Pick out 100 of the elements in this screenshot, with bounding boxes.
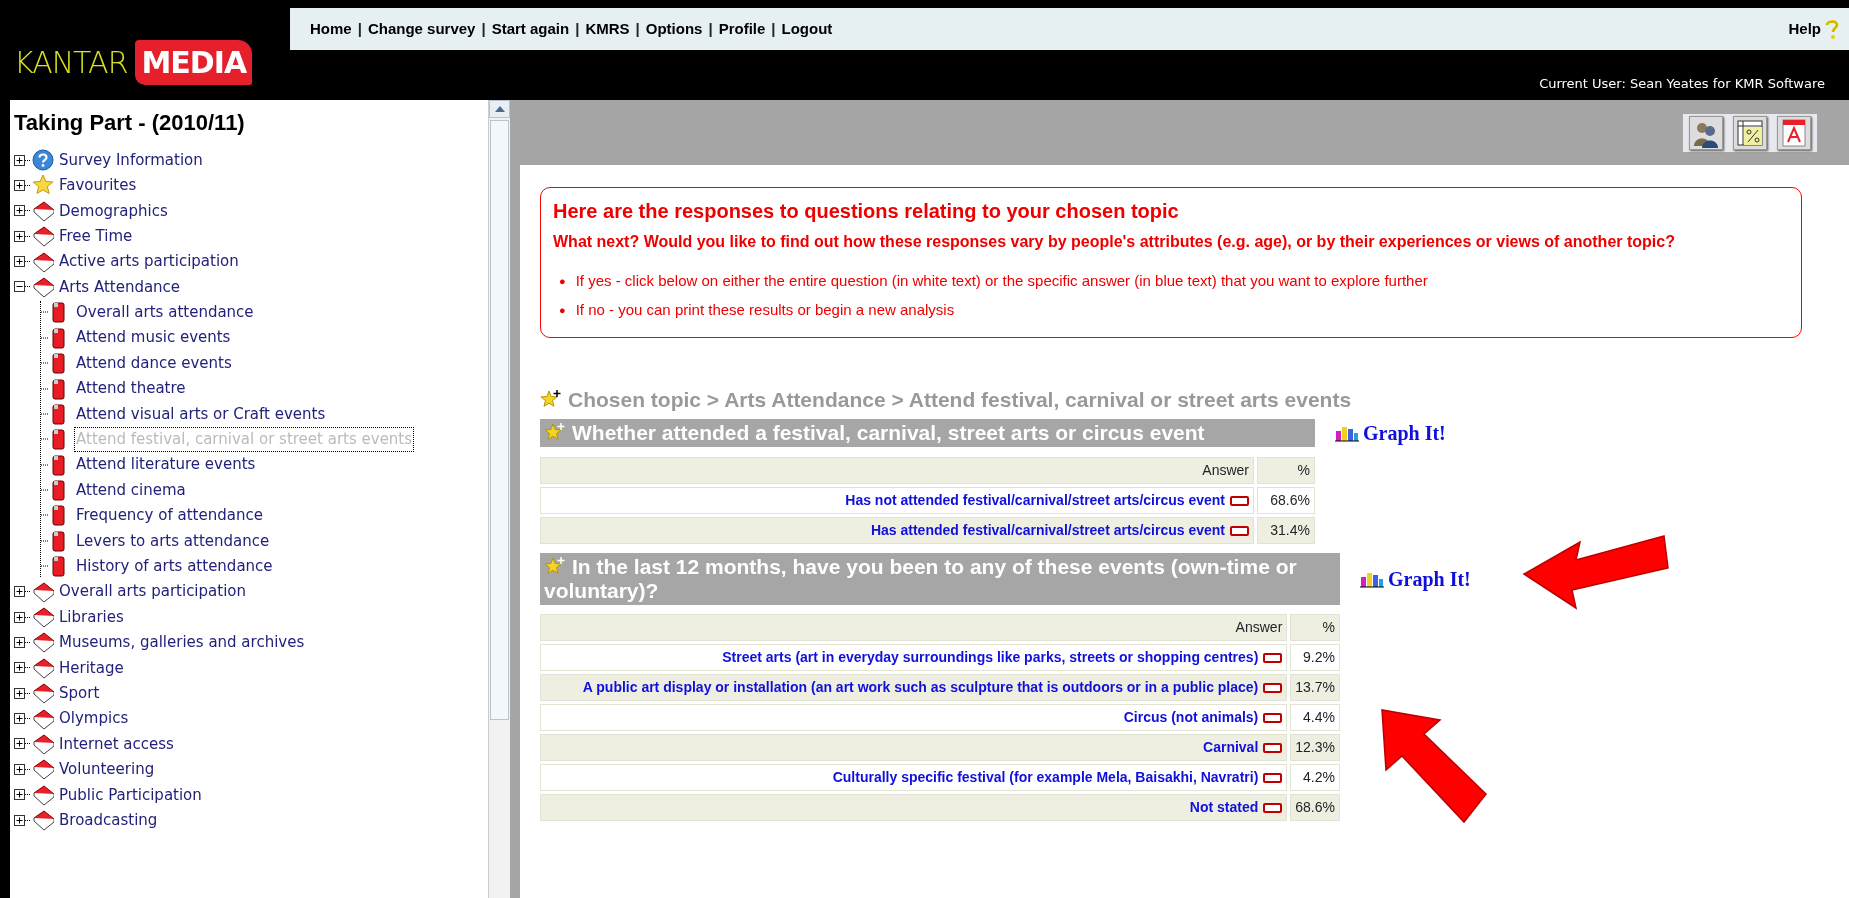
nav-separator: |	[771, 18, 776, 39]
nav-separator: |	[357, 18, 362, 39]
tree-item[interactable]: Attend theatre	[41, 377, 484, 400]
tree-item[interactable]: Attend visual arts or Craft events	[41, 402, 484, 425]
tree-item[interactable]: Public Participation	[14, 783, 484, 806]
tree-item[interactable]: Museums, galleries and archives	[14, 631, 484, 654]
book-icon	[32, 758, 54, 781]
pdf-button[interactable]	[1777, 116, 1811, 150]
answer-icon	[1263, 652, 1283, 663]
book-icon	[32, 580, 54, 603]
book-icon	[32, 606, 54, 629]
percent-cell: 13.7%	[1290, 673, 1340, 701]
tree-item[interactable]: Levers to arts attendance	[41, 529, 484, 552]
table-icon	[1735, 118, 1765, 148]
question-icon	[32, 149, 54, 171]
tree-item[interactable]: Overall arts attendance	[41, 301, 484, 324]
star-icon	[544, 555, 566, 576]
nav-link[interactable]: Logout	[781, 17, 833, 41]
book-icon	[32, 199, 54, 222]
book-icon	[32, 733, 54, 755]
help-link[interactable]: Help	[1788, 17, 1841, 41]
scroll-up-icon	[494, 106, 505, 112]
book-icon	[32, 809, 54, 832]
nav-link[interactable]: Start again	[491, 17, 570, 41]
percent-cell: 68.6%	[1290, 793, 1340, 821]
nav-separator: |	[635, 18, 640, 39]
percent-cell: 68.6%	[1257, 486, 1315, 514]
tree-item[interactable]: Attend music events	[41, 326, 484, 349]
tree-item[interactable]: Attend dance events	[41, 352, 484, 375]
nav-separator: |	[708, 18, 713, 39]
nav-link[interactable]: Home	[310, 17, 352, 41]
people-button[interactable]	[1689, 116, 1723, 150]
current-user-text: Current User: Sean Yeates for KMR Software	[1539, 75, 1825, 93]
tree-item[interactable]: Broadcasting	[14, 809, 484, 832]
tree-item[interactable]: Internet access	[14, 733, 484, 755]
tree-item[interactable]: Survey Information	[14, 149, 484, 171]
percent-cell: 4.2%	[1290, 763, 1340, 791]
star-icon	[32, 174, 54, 197]
bullet-mark: ●	[559, 274, 566, 289]
notice-question: What next? Would you like to find out how these responses vary by people's attributes (e.g. age), or by their experiences or views of another topic?	[553, 232, 1676, 252]
tree-item[interactable]: Active arts participation	[14, 250, 484, 273]
nav-link[interactable]: KMRS	[585, 17, 630, 41]
nav-link[interactable]: Change survey	[367, 17, 476, 41]
answer-icon	[1230, 525, 1249, 536]
tree-item[interactable]: Heritage	[14, 656, 484, 679]
answer-link[interactable]: Circus (not animals)	[1123, 708, 1259, 725]
tree-item[interactable]: Frequency of attendance	[41, 504, 484, 527]
sidebar-title: Taking Part - (2010/11)	[14, 109, 246, 137]
graph-link[interactable]: Graph It!	[1335, 417, 1446, 448]
logo-word: MEDIA	[135, 39, 253, 85]
answer-icon	[1263, 712, 1283, 723]
answer-icon	[1230, 495, 1249, 506]
help-icon	[1823, 18, 1841, 40]
pdf-icon	[1779, 118, 1809, 148]
breadcrumb: Chosen topic > Arts Attendance > Attend festival, carnival or street arts events	[568, 387, 1352, 413]
scrollbar[interactable]	[488, 100, 510, 898]
tree-item[interactable]: Libraries	[14, 606, 484, 629]
answer-link[interactable]: Carnival	[1203, 738, 1259, 755]
nav-link[interactable]: Profile	[718, 17, 766, 41]
book-icon	[32, 656, 54, 679]
logo-word: KANTAR	[14, 43, 128, 82]
column-header: Answer	[540, 456, 1254, 484]
tree-item[interactable]: Olympics	[14, 707, 484, 730]
percent-cell: 9.2%	[1290, 643, 1340, 671]
notice-bullet: If no - you can print these results or begin a new analysis	[575, 299, 955, 320]
percent-cell: 4.4%	[1290, 703, 1340, 731]
tree-item[interactable]: Overall arts participation	[14, 580, 484, 603]
book-icon	[32, 783, 54, 806]
column-header: Answer	[540, 613, 1288, 641]
tree-item[interactable]: Attend literature events	[41, 453, 484, 476]
answer-link[interactable]: Not stated	[1189, 798, 1259, 815]
book-icon	[32, 250, 54, 273]
percent-cell: 12.3%	[1290, 733, 1340, 761]
answer-icon	[1263, 802, 1283, 813]
percent-cell: 31.4%	[1257, 516, 1315, 544]
tree-item[interactable]: History of arts attendance	[41, 555, 484, 578]
answer-icon	[1263, 682, 1283, 693]
tree-item[interactable]: Sport	[14, 682, 484, 705]
book-icon	[32, 275, 54, 298]
column-header: %	[1257, 456, 1315, 484]
tree-item[interactable]: Volunteering	[14, 758, 484, 781]
tree-item[interactable]: Free Time	[14, 225, 484, 248]
answer-icon	[1263, 742, 1283, 753]
tree-item[interactable]: Attend cinema	[41, 479, 484, 502]
tree-item[interactable]: Arts Attendance	[14, 275, 484, 298]
nav-separator: |	[481, 18, 486, 39]
book-icon	[32, 631, 54, 654]
star-icon	[544, 421, 566, 442]
tree-item[interactable]: Demographics	[14, 199, 484, 222]
column-header: %	[1290, 613, 1340, 641]
graph-link[interactable]: Graph It!	[1360, 563, 1471, 594]
answer-icon	[1263, 772, 1283, 783]
notice-heading: Here are the responses to questions relating to your chosen topic	[553, 199, 1180, 224]
table-button[interactable]	[1733, 116, 1767, 150]
nav-link[interactable]: Options	[645, 17, 703, 41]
nav-separator: |	[575, 18, 580, 39]
notice-bullet: If yes - click below on either the entire question (in white text) or the specific answer (in blue text) that you want to explore further	[575, 271, 1428, 291]
book-icon	[32, 682, 54, 705]
bullet-mark: ●	[559, 302, 566, 318]
tree-item[interactable]: Favourites	[14, 174, 484, 197]
